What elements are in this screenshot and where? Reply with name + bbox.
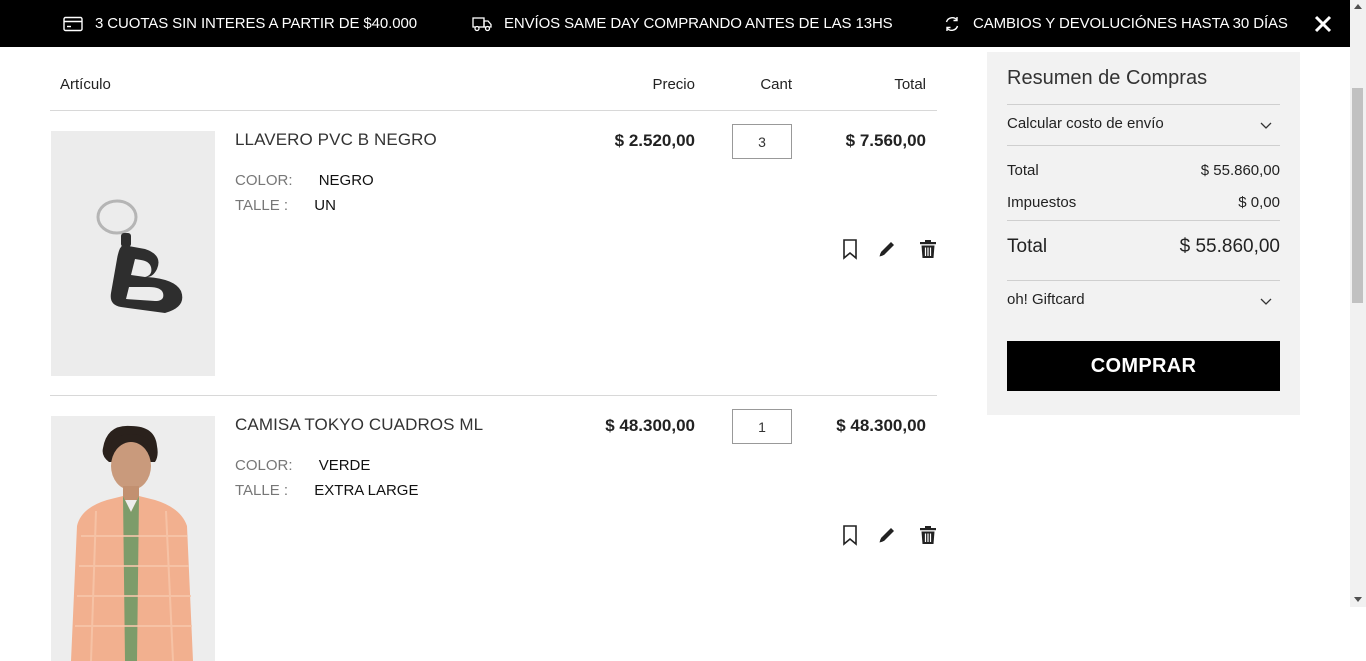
promo-installments-text: 3 CUOTAS SIN INTERES A PARTIR DE $40.000 [95,15,417,32]
scroll-down-arrow[interactable] [1354,597,1362,602]
tax-label: Impuestos [1007,194,1077,211]
bookmark-icon[interactable] [839,238,861,260]
size-value: EXTRA LARGE [314,482,419,499]
cart-item: CAMISA TOKYO CUADROS ML COLOR: VERDE TAL… [50,396,939,661]
pencil-icon[interactable] [876,238,898,260]
header-total: Total [894,76,926,93]
grand-total-value: $ 55.860,00 [1179,236,1280,257]
trash-icon[interactable] [917,524,939,546]
tax-row: Impuestos $ 0,00 [1007,194,1280,211]
scrollbar-thumb[interactable] [1352,88,1363,303]
divider [1007,280,1280,281]
bookmark-icon[interactable] [839,524,861,546]
product-size: TALLE : UN [235,197,336,214]
header-article: Artículo [60,76,111,93]
promo-shipping: ENVÍOS SAME DAY COMPRANDO ANTES DE LAS 1… [472,0,893,47]
product-image-shirt[interactable] [51,416,215,661]
giftcard-label: oh! Giftcard [1007,291,1085,308]
unit-price: $ 2.520,00 [614,131,695,150]
size-label: TALLE : [235,197,289,214]
cart-item: LLAVERO PVC B NEGRO COLOR: NEGRO TALLE :… [50,111,937,396]
truck-icon [472,16,492,31]
line-total: $ 48.300,00 [836,416,926,435]
grand-total-row: Total $ 55.860,00 [1007,236,1280,258]
header-price: Precio [652,76,695,93]
promo-installments: 3 CUOTAS SIN INTERES A PARTIR DE $40.000 [63,0,417,47]
color-value: VERDE [318,457,371,474]
product-color: COLOR: VERDE [235,457,370,474]
promo-returns: CAMBIOS Y DEVOLUCIÓNES HASTA 30 DÍAS [943,0,1288,47]
cart-table-header: Artículo Precio Cant Total [50,47,937,111]
tax-value: $ 0,00 [1238,194,1280,211]
product-color: COLOR: NEGRO [235,172,374,189]
color-value: NEGRO [318,172,374,189]
quantity-input[interactable] [732,409,792,444]
size-label: TALLE : [235,482,289,499]
shipping-label: Calcular costo de envío [1007,115,1164,132]
product-name[interactable]: LLAVERO PVC B NEGRO [235,130,437,150]
quantity-input[interactable] [732,124,792,159]
subtotal-value: $ 55.860,00 [1200,162,1280,179]
pencil-icon[interactable] [876,524,898,546]
trash-icon[interactable] [917,238,939,260]
line-total: $ 7.560,00 [845,131,926,150]
scroll-up-arrow[interactable] [1354,4,1362,9]
promo-shipping-text: ENVÍOS SAME DAY COMPRANDO ANTES DE LAS 1… [504,15,893,32]
credit-card-icon [63,16,83,31]
grand-total-label: Total [1007,236,1048,257]
divider [1007,145,1280,146]
unit-price: $ 48.300,00 [605,416,695,435]
refresh-icon [945,16,959,31]
subtotal-label: Total [1007,162,1039,179]
color-label: COLOR: [235,457,293,474]
buy-button[interactable]: COMPRAR [1007,341,1280,391]
chevron-down-icon [1260,298,1272,305]
divider [1007,104,1280,105]
header-quantity: Cant [760,76,792,93]
divider [1007,220,1280,221]
giftcard-toggle[interactable]: oh! Giftcard [1007,291,1280,308]
size-value: UN [314,197,336,214]
product-name[interactable]: CAMISA TOKYO CUADROS ML [235,415,483,435]
close-icon[interactable] [1311,12,1335,36]
subtotal-row: Total $ 55.860,00 [1007,162,1280,179]
product-size: TALLE : EXTRA LARGE [235,482,418,499]
promo-bar: 3 CUOTAS SIN INTERES A PARTIR DE $40.000… [0,0,1350,47]
product-image-keychain[interactable] [51,131,215,376]
color-label: COLOR: [235,172,293,189]
promo-returns-text: CAMBIOS Y DEVOLUCIÓNES HASTA 30 DÍAS [973,15,1288,32]
shipping-calculator-toggle[interactable]: Calcular costo de envío [1007,115,1280,132]
summary-title: Resumen de Compras [1007,67,1208,89]
chevron-down-icon [1260,122,1272,129]
order-summary: Resumen de Compras Calcular costo de env… [987,52,1300,415]
